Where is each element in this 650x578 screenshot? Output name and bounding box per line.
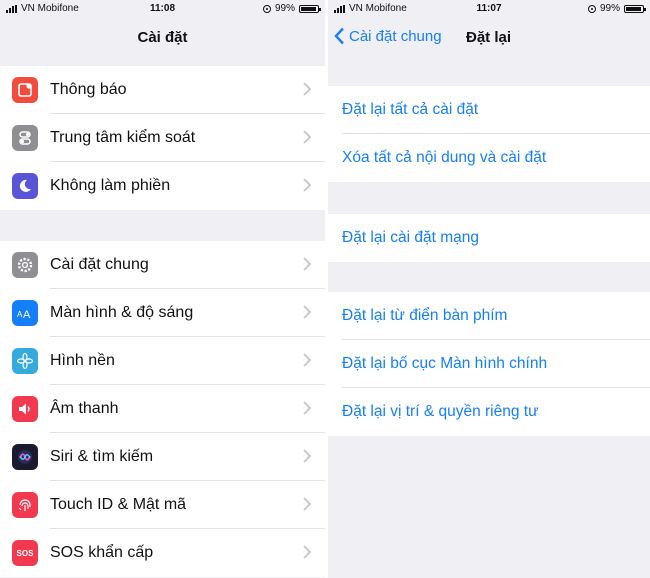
- battery-percent: 99%: [274, 3, 295, 14]
- settings-item-wallpaper[interactable]: Hình nền: [0, 337, 325, 385]
- settings-screen: VN Mobifone 11:08 99% Cài đặt Thông báo: [0, 0, 325, 578]
- settings-item-label: Màn hình & độ sáng: [50, 304, 194, 321]
- page-title: Cài đặt: [137, 29, 188, 46]
- battery-icon: [299, 4, 321, 13]
- wallpaper-icon: [12, 348, 38, 374]
- orientation-lock-icon: [587, 4, 596, 13]
- status-indicators: 99%: [587, 3, 646, 14]
- status-indicators: 99%: [262, 3, 321, 14]
- chevron-right-icon: [303, 401, 311, 415]
- speaker-icon: [12, 396, 38, 422]
- settings-item-label: SOS khẩn cấp: [50, 544, 154, 561]
- status-bar: VN Mobifone 11:08 99%: [0, 0, 325, 18]
- erase-all-content-button[interactable]: Xóa tất cả nội dung và cài đặt: [328, 134, 650, 182]
- settings-item-label: Hình nền: [50, 352, 115, 369]
- siri-icon: [12, 444, 38, 470]
- reset-option-label: Đặt lại bố cục Màn hình chính: [342, 355, 548, 372]
- chevron-right-icon: [303, 257, 311, 271]
- reset-keyboard-dictionary-button[interactable]: Đặt lại từ điển bàn phím: [328, 292, 650, 340]
- notification-icon: [12, 77, 38, 103]
- moon-icon: [12, 173, 38, 199]
- back-button[interactable]: Cài đặt chung: [334, 27, 442, 45]
- settings-item-label: Touch ID & Mật mã: [50, 496, 187, 513]
- reset-screen: VN Mobifone 11:07 99% Cài đặt chung Đặt …: [328, 0, 650, 578]
- settings-item-notifications[interactable]: Thông báo: [0, 66, 325, 114]
- reset-group-1: Đặt lại tất cả cài đặt Xóa tất cả nội du…: [328, 86, 650, 182]
- fingerprint-icon: [12, 492, 38, 518]
- chevron-right-icon: [303, 130, 311, 144]
- status-bar: VN Mobifone 11:07 99%: [328, 0, 650, 18]
- reset-group-3: Đặt lại từ điển bàn phím Đặt lại bố cục …: [328, 292, 650, 436]
- chevron-right-icon: [303, 545, 311, 559]
- reset-option-label: Xóa tất cả nội dung và cài đặt: [342, 149, 547, 166]
- sos-icon-text: SOS: [16, 548, 34, 558]
- chevron-right-icon: [303, 305, 311, 319]
- settings-item-sounds[interactable]: Âm thanh: [0, 385, 325, 433]
- chevron-right-icon: [303, 178, 311, 192]
- settings-item-siri-search[interactable]: Siri & tìm kiếm: [0, 433, 325, 481]
- battery-icon: [624, 4, 646, 13]
- chevron-right-icon: [303, 497, 311, 511]
- settings-item-control-center[interactable]: Trung tâm kiểm soát: [0, 114, 325, 162]
- settings-item-label: Cài đặt chung: [50, 256, 149, 273]
- settings-item-emergency-sos[interactable]: SOS SOS khẩn cấp: [0, 529, 325, 577]
- settings-item-label: Trung tâm kiểm soát: [50, 129, 196, 146]
- text-size-icon: AA: [12, 300, 38, 326]
- reset-all-settings-button[interactable]: Đặt lại tất cả cài đặt: [328, 86, 650, 134]
- settings-item-label: Không làm phiền: [50, 177, 171, 194]
- orientation-lock-icon: [262, 4, 271, 13]
- control-center-icon: [12, 125, 38, 151]
- battery-percent: 99%: [599, 3, 620, 14]
- chevron-left-icon: [334, 27, 344, 45]
- nav-bar: Cài đặt chung Đặt lại: [328, 18, 650, 58]
- reset-group-2: Đặt lại cài đặt mạng: [328, 214, 650, 262]
- chevron-right-icon: [303, 353, 311, 367]
- chevron-right-icon: [303, 449, 311, 463]
- reset-option-label: Đặt lại tất cả cài đặt: [342, 101, 479, 118]
- settings-group-1: Thông báo Trung tâm kiểm soát Không làm …: [0, 66, 325, 210]
- reset-option-label: Đặt lại từ điển bàn phím: [342, 307, 508, 324]
- reset-option-label: Đặt lại vị trí & quyền riêng tư: [342, 403, 539, 420]
- reset-home-screen-layout-button[interactable]: Đặt lại bố cục Màn hình chính: [328, 340, 650, 388]
- chevron-right-icon: [303, 82, 311, 96]
- sos-icon: SOS: [12, 540, 38, 566]
- svg-text:A: A: [23, 309, 31, 320]
- settings-item-label: Âm thanh: [50, 400, 119, 417]
- settings-item-label: Thông báo: [50, 81, 127, 98]
- nav-bar: Cài đặt: [0, 18, 325, 58]
- settings-group-2: Cài đặt chung AA Màn hình & độ sáng Hình…: [0, 241, 325, 577]
- settings-item-general[interactable]: Cài đặt chung: [0, 241, 325, 289]
- settings-item-do-not-disturb[interactable]: Không làm phiền: [0, 162, 325, 210]
- settings-item-display-brightness[interactable]: AA Màn hình & độ sáng: [0, 289, 325, 337]
- page-title: Đặt lại: [466, 29, 512, 46]
- gear-icon: [12, 252, 38, 278]
- settings-item-label: Siri & tìm kiếm: [50, 448, 154, 465]
- settings-item-touch-id-passcode[interactable]: Touch ID & Mật mã: [0, 481, 325, 529]
- back-button-label: Cài đặt chung: [349, 27, 442, 45]
- reset-location-privacy-button[interactable]: Đặt lại vị trí & quyền riêng tư: [328, 388, 650, 436]
- reset-network-settings-button[interactable]: Đặt lại cài đặt mạng: [328, 214, 650, 262]
- reset-option-label: Đặt lại cài đặt mạng: [342, 229, 479, 246]
